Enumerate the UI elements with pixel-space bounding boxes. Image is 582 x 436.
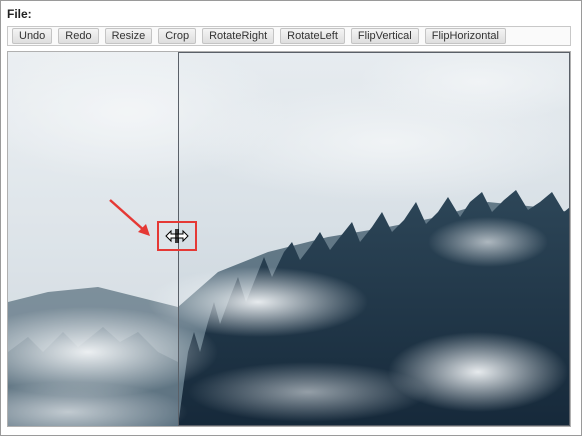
flip-horizontal-button[interactable]: FlipHorizontal <box>424 28 506 44</box>
crop-selection-box[interactable] <box>178 52 570 426</box>
arrow-icon <box>109 199 150 236</box>
rotate-left-button[interactable]: RotateLeft <box>280 28 345 44</box>
file-label: File: <box>7 7 32 21</box>
flip-vertical-button[interactable]: FlipVertical <box>350 28 419 44</box>
rotate-right-button[interactable]: RotateRight <box>202 28 275 44</box>
undo-button[interactable]: Undo <box>12 28 53 44</box>
crop-button[interactable]: Crop <box>158 28 197 44</box>
redo-button[interactable]: Redo <box>58 28 99 44</box>
image-editor-toolbar: Undo Redo Resize Crop RotateRight Rotate… <box>7 26 571 46</box>
resize-button[interactable]: Resize <box>104 28 153 44</box>
horizontal-resize-cursor-icon <box>165 229 189 243</box>
image-canvas[interactable] <box>7 51 571 427</box>
